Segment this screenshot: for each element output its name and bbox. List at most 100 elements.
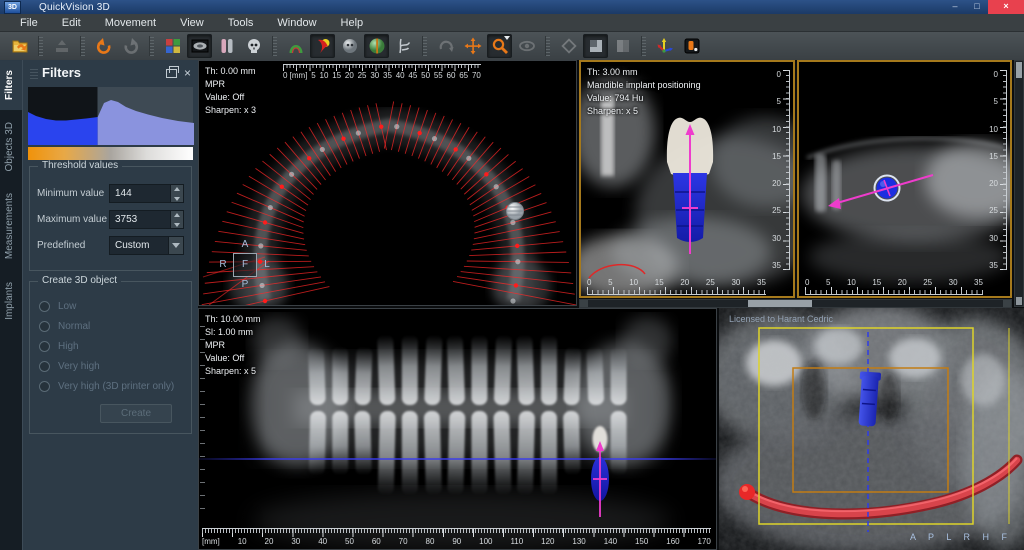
ruler-label: 35	[989, 261, 998, 270]
axial-viewport[interactable]: Th: 0.00 mmMPRValue: OffSharpen: x 3 0 […	[198, 60, 577, 306]
minimum-value-spinner[interactable]	[170, 185, 183, 202]
cross1-vertical-ruler: 05101520253035	[771, 70, 790, 270]
ruler-label: 50	[421, 71, 430, 80]
menu-item[interactable]: Movement	[93, 17, 168, 29]
ruler-label: 25	[989, 206, 998, 215]
cross-section-viewport-1[interactable]: Th: 3.00 mmMandible implant positioningV…	[579, 60, 795, 298]
quality-option-radio[interactable]: Normal	[39, 321, 182, 332]
window-layout-2-button[interactable]	[610, 34, 635, 58]
jaw-profile-button[interactable]	[391, 34, 416, 58]
sidebar-tab[interactable]: Implants	[0, 272, 22, 330]
window-layout-button[interactable]	[583, 34, 608, 58]
volume-3d-viewport[interactable]: Licensed to Harant Cedric A P L R H F	[719, 308, 1024, 550]
pan-button[interactable]	[460, 34, 485, 58]
histogram[interactable]	[28, 87, 193, 145]
skull-3d-button[interactable]	[337, 34, 362, 58]
scrollbar-thumb[interactable]	[748, 300, 812, 307]
ruler-label: 0	[777, 70, 781, 79]
menu-item[interactable]: Tools	[216, 17, 266, 29]
ruler-label: 0	[587, 278, 591, 287]
ruler-label: 150	[635, 537, 648, 546]
quality-option-radio[interactable]: Low	[39, 301, 182, 312]
ruler-label: [mm]	[202, 537, 220, 546]
maximum-value-label: Maximum value	[37, 214, 109, 225]
sidebar: FiltersObjects 3DMeasurementsImplants Fi…	[0, 60, 198, 550]
maximum-value-spinner[interactable]	[170, 211, 183, 228]
close-panel-icon[interactable]: ×	[184, 68, 191, 78]
dual-view-button[interactable]	[214, 34, 239, 58]
toolbar-grip	[641, 36, 646, 56]
threshold-legend: Threshold values	[38, 160, 122, 171]
ruler-label: 55	[434, 71, 443, 80]
ruler-label: 40	[396, 71, 405, 80]
panoramic-view-button[interactable]	[187, 34, 212, 58]
ruler-label: 5	[826, 278, 830, 287]
ruler-label: 15	[989, 152, 998, 161]
minimize-button[interactable]: –	[944, 0, 966, 14]
clip-button[interactable]	[556, 34, 581, 58]
density-gradient-bar[interactable]	[28, 147, 193, 160]
ruler-label: 25	[358, 71, 367, 80]
skull-view-button[interactable]	[241, 34, 266, 58]
panoramic-ruler: [mm]102030405060708090100110120130140150…	[202, 528, 711, 547]
ruler-label: 30	[291, 537, 300, 546]
toolbar-grip	[149, 36, 154, 56]
sidebar-tab[interactable]: Measurements	[0, 183, 22, 269]
scroll-down-button[interactable]	[1016, 297, 1022, 305]
quality-option-radio[interactable]: Very high	[39, 361, 182, 372]
panel-grip[interactable]	[30, 67, 38, 79]
minimum-value-input[interactable]: 144	[109, 184, 184, 203]
sphere-view-button[interactable]	[364, 34, 389, 58]
ruler-label: 25	[923, 278, 932, 287]
quality-option-radio[interactable]: Very high (3D printer only)	[39, 381, 182, 392]
create-3d-group: Create 3D object Low Normal High Very hi…	[29, 281, 192, 434]
ruler-label: 20	[772, 179, 781, 188]
cross-section-viewport-2[interactable]: 05101520253035 05101520253035	[797, 60, 1012, 298]
radio-dot	[39, 341, 50, 352]
redo-button[interactable]	[118, 34, 143, 58]
undo-button[interactable]	[91, 34, 116, 58]
menu-item[interactable]: Help	[329, 17, 376, 29]
ruler-label: 130	[572, 537, 585, 546]
scroll-left-button[interactable]	[580, 300, 588, 307]
predefined-select[interactable]: Custom	[109, 236, 184, 255]
menu-item[interactable]: Edit	[50, 17, 93, 29]
menu-item[interactable]: File	[8, 17, 50, 29]
zoom-dropdown-caret[interactable]	[504, 36, 510, 40]
open-project-button[interactable]	[7, 34, 32, 58]
scroll-right-button[interactable]	[1003, 300, 1011, 307]
menu-item[interactable]: View	[168, 17, 216, 29]
maximum-value-input[interactable]: 3753	[109, 210, 184, 229]
maximize-button[interactable]: □	[966, 0, 988, 14]
zoom-button[interactable]	[487, 34, 512, 58]
close-button[interactable]: ×	[988, 0, 1024, 14]
menu-item[interactable]: Window	[265, 17, 328, 29]
panoramic-viewport[interactable]: Th: 10.00 mmSl: 1.00 mmMPRValue: OffShar…	[198, 308, 717, 550]
ruler-label: 35	[772, 261, 781, 270]
scrollbar-thumb[interactable]	[1016, 62, 1022, 78]
ruler-label: 10	[772, 125, 781, 134]
cross-sections-scrollbar[interactable]	[579, 299, 1012, 308]
create-3d-button[interactable]: Create	[100, 404, 172, 423]
ruler-label: 120	[541, 537, 554, 546]
ruler-label: 90	[452, 537, 461, 546]
ruler-label: 15	[772, 152, 781, 161]
implant-tool-button[interactable]	[679, 34, 704, 58]
sidebar-tab[interactable]: Filters	[0, 60, 22, 110]
rotate-button[interactable]	[433, 34, 458, 58]
quality-options: Low Normal High Very high Very high (3D …	[37, 301, 184, 392]
dental-arch-button[interactable]	[283, 34, 308, 58]
axes-button[interactable]	[652, 34, 677, 58]
orbit-button[interactable]	[514, 34, 539, 58]
radio-dot	[39, 301, 50, 312]
export-button[interactable]	[49, 34, 74, 58]
sidebar-tab[interactable]: Objects 3D	[0, 112, 22, 181]
quality-option-radio[interactable]: High	[39, 341, 182, 352]
ruler-label: 110	[510, 537, 523, 546]
ruler-label: 10	[629, 278, 638, 287]
predefined-dropdown-caret[interactable]	[168, 237, 183, 254]
arch-tool-button[interactable]	[310, 34, 335, 58]
slice-scrollbar[interactable]	[1014, 60, 1024, 307]
float-panel-icon[interactable]	[166, 69, 177, 78]
layout-views-button[interactable]	[160, 34, 185, 58]
